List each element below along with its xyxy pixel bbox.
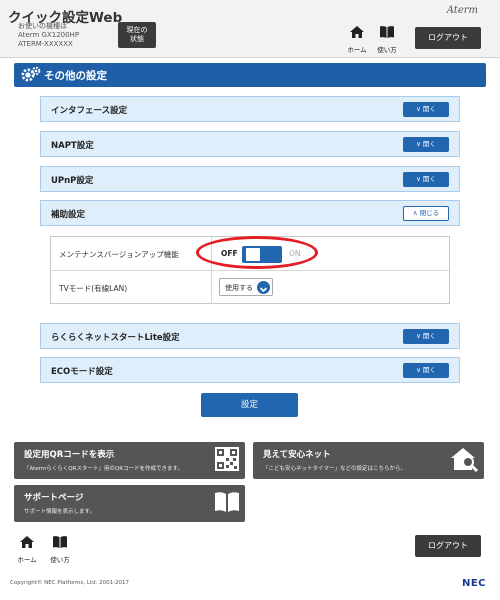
support-page-tile[interactable]: サポートページ サポート情報を表示します。 <box>14 485 245 522</box>
accordion-eco-mode[interactable]: ECOモード設定 ∨ 開く <box>40 357 460 383</box>
gear-icon <box>21 66 41 82</box>
accordion-auxiliary-label: 補助設定 <box>51 210 86 220</box>
footer-home-link[interactable]: ホーム <box>14 534 40 564</box>
row-divider <box>211 271 212 304</box>
safe-net-tile[interactable]: 見えて安心ネット 「こども安心ネットタイマー」などの設定はこちらから。 <box>253 442 484 479</box>
tv-mode-label: TVモード(有線LAN) <box>59 284 128 293</box>
accordion-auxiliary-close-button[interactable]: ∧ 閉じる <box>403 206 449 221</box>
chevron-down-icon <box>257 281 270 294</box>
accordion-upnp-open-button[interactable]: ∨ 開く <box>403 172 449 187</box>
brand-logo: Aterm <box>446 5 478 16</box>
book-icon <box>380 26 394 38</box>
support-page-title: サポートページ <box>24 493 84 503</box>
accordion-upnp[interactable]: UPnP設定 ∨ 開く <box>40 166 460 192</box>
chevron-up-icon: ∧ <box>412 209 420 217</box>
tv-mode-select[interactable]: 使用する <box>219 278 273 296</box>
chevron-down-icon: ∨ <box>416 175 423 183</box>
open-button-label: 開く <box>422 366 436 374</box>
qr-code-desc: 「AtermらくらくQRスタート」用のQRコードを作成できます。 <box>24 466 183 472</box>
support-page-desc: サポート情報を表示します。 <box>24 509 95 515</box>
device-label: お使いの機種は <box>18 22 67 30</box>
device-ssid: ATERM-XXXXXX <box>18 40 73 48</box>
open-button-label: 開く <box>422 105 436 113</box>
maintenance-label: メンテナンスバージョンアップ機能 <box>59 250 179 259</box>
nec-logo: NEC <box>461 578 486 589</box>
highlight-ring <box>196 236 318 269</box>
safe-net-desc: 「こども安心ネットタイマー」などの設定はこちらから。 <box>263 466 407 472</box>
book-icon <box>53 536 67 548</box>
header-logout-button[interactable]: ログアウト <box>415 27 481 49</box>
accordion-eco-mode-open-button[interactable]: ∨ 開く <box>403 363 449 378</box>
qr-code-tile[interactable]: 設定用QRコードを表示 「AtermらくらくQRスタート」用のQRコードを作成で… <box>14 442 245 479</box>
accordion-napt-open-button[interactable]: ∨ 開く <box>403 137 449 152</box>
home-search-icon <box>451 448 479 473</box>
section-title-bar: その他の設定 <box>14 63 486 87</box>
footer-help-link[interactable]: 使い方 <box>47 534 73 564</box>
accordion-upnp-label: UPnP設定 <box>51 176 94 186</box>
open-button-label: 開く <box>422 140 436 148</box>
chevron-down-icon: ∨ <box>416 140 423 148</box>
header-home-label: ホーム <box>347 46 367 54</box>
tv-mode-row: TVモード(有線LAN) 使用する <box>51 270 449 304</box>
open-button-label: 開く <box>422 332 436 340</box>
accordion-napt-label: NAPT設定 <box>51 141 94 151</box>
accordion-auxiliary[interactable]: 補助設定 ∧ 閉じる <box>40 200 460 226</box>
apply-settings-button[interactable]: 設定 <box>201 393 298 417</box>
accordion-easy-net-start-label: らくらくネットスタートLite設定 <box>51 333 180 343</box>
status-button-line1: 現在の <box>126 26 148 34</box>
accordion-interface-label: インタフェース設定 <box>51 106 128 116</box>
footer-home-label: ホーム <box>17 556 37 564</box>
open-button-label: 開く <box>422 175 436 183</box>
current-status-button[interactable]: 現在の 状態 <box>118 22 156 48</box>
device-model: Aterm GX1200HP <box>18 31 80 39</box>
accordion-eco-mode-label: ECOモード設定 <box>51 367 113 377</box>
header-home-link[interactable]: ホーム <box>344 24 370 54</box>
header-help-link[interactable]: 使い方 <box>374 24 400 54</box>
footer-help-label: 使い方 <box>50 556 70 564</box>
home-icon <box>350 26 364 38</box>
qr-code-title: 設定用QRコードを表示 <box>24 450 115 460</box>
footer-logout-button[interactable]: ログアウト <box>415 535 481 557</box>
copyright: Copyright© NEC Platforms, Ltd. 2001-2017 <box>10 580 130 586</box>
home-icon <box>20 536 34 548</box>
book-icon <box>215 492 239 512</box>
accordion-easy-net-start[interactable]: らくらくネットスタートLite設定 ∨ 開く <box>40 323 460 349</box>
safe-net-title: 見えて安心ネット <box>263 450 331 460</box>
accordion-interface[interactable]: インタフェース設定 ∨ 開く <box>40 96 460 122</box>
accordion-interface-open-button[interactable]: ∨ 開く <box>403 102 449 117</box>
chevron-down-icon: ∨ <box>416 332 423 340</box>
accordion-napt[interactable]: NAPT設定 ∨ 開く <box>40 131 460 157</box>
close-button-label: 閉じる <box>419 209 440 217</box>
chevron-down-icon: ∨ <box>416 105 423 113</box>
header: クイック設定Web お使いの機種は Aterm GX1200HP ATERM-X… <box>0 0 500 58</box>
tv-mode-value: 使用する <box>225 284 253 292</box>
chevron-down-icon: ∨ <box>416 366 423 374</box>
qr-code-icon <box>215 447 239 471</box>
status-button-line2: 状態 <box>130 35 144 43</box>
header-help-label: 使い方 <box>377 46 397 54</box>
section-title: その他の設定 <box>44 70 107 82</box>
accordion-easy-net-start-open-button[interactable]: ∨ 開く <box>403 329 449 344</box>
